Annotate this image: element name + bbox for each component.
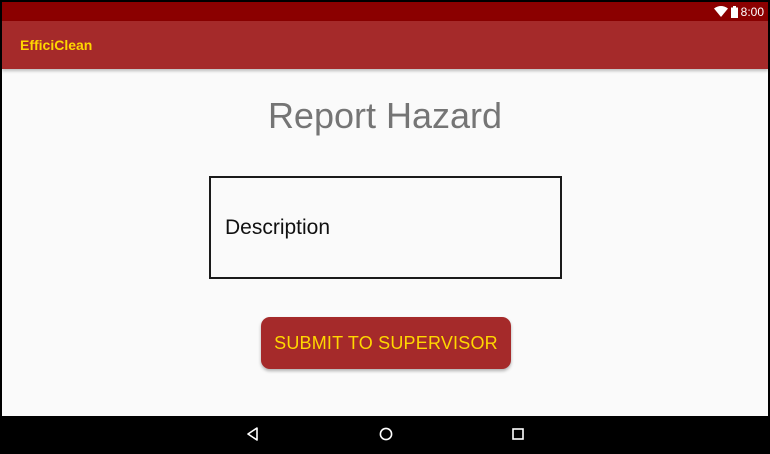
home-icon[interactable] bbox=[377, 425, 395, 443]
app-title: EfficiClean bbox=[20, 37, 93, 53]
description-field[interactable]: Description bbox=[209, 176, 562, 279]
status-icons: 8:00 bbox=[713, 4, 764, 19]
wifi-icon bbox=[713, 6, 728, 17]
battery-icon bbox=[730, 5, 738, 18]
page-title: Report Hazard bbox=[267, 95, 503, 136]
recents-icon[interactable] bbox=[509, 425, 527, 443]
app-bar: EfficiClean bbox=[2, 21, 768, 69]
main-content: Report Hazard Description SUBMIT TO SUPE… bbox=[2, 69, 768, 416]
back-icon[interactable] bbox=[244, 425, 262, 443]
status-bar: 8:00 bbox=[2, 2, 768, 21]
status-time: 8:00 bbox=[740, 4, 764, 19]
description-placeholder: Description bbox=[225, 216, 331, 239]
submit-to-supervisor-button[interactable]: SUBMIT TO SUPERVISOR bbox=[261, 317, 511, 369]
device-screen: 8:00 EfficiClean Report Hazard Descripti… bbox=[2, 2, 768, 452]
navigation-bar bbox=[2, 416, 768, 452]
